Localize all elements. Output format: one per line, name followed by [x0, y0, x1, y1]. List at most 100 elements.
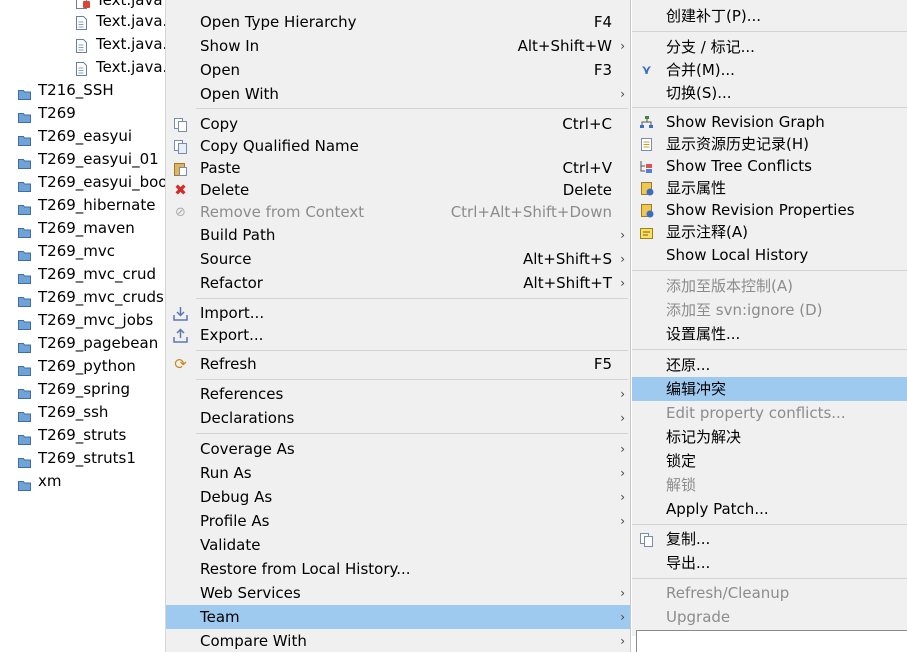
submenu-add-to-version-control[interactable]: 添加至版本控制(A)	[632, 274, 907, 298]
revision-properties-icon	[639, 203, 654, 218]
menu-compare-with[interactable]: Compare With ›	[166, 629, 630, 652]
menu-separator	[632, 578, 907, 579]
menu-delete[interactable]: ✖ Delete Delete	[166, 178, 630, 202]
export-icon	[173, 328, 188, 343]
submenu-lock[interactable]: 锁定	[632, 449, 907, 473]
submenu-arrow-icon: ›	[620, 387, 625, 401]
submenu-refresh-cleanup[interactable]: Refresh/Cleanup	[632, 581, 907, 605]
menu-coverage-as[interactable]: Coverage As ›	[166, 437, 630, 461]
copy-icon	[173, 117, 188, 132]
menu-refresh[interactable]: ⟳ Refresh F5	[166, 352, 630, 376]
project-folder-icon	[18, 130, 31, 146]
submenu-show-properties[interactable]: 显示属性	[632, 176, 907, 200]
import-icon	[173, 306, 188, 321]
menu-separator	[632, 349, 907, 350]
project-folder-icon	[18, 268, 31, 284]
menu-separator	[196, 433, 628, 434]
annotation-icon	[639, 225, 654, 240]
text-file-icon	[76, 37, 87, 53]
project-folder-icon	[18, 475, 31, 491]
menu-separator	[632, 270, 907, 271]
menu-separator	[196, 379, 628, 380]
project-folder-icon	[18, 429, 31, 445]
delete-icon: ✖	[174, 181, 187, 199]
revision-graph-icon	[639, 115, 654, 130]
submenu-show-revision-graph[interactable]: Show Revision Graph	[632, 110, 907, 134]
menu-separator	[196, 350, 628, 351]
tree-conflicts-icon	[639, 159, 654, 174]
menu-refactor[interactable]: Refactor Alt+Shift+T ›	[166, 271, 630, 295]
menu-remove-from-context[interactable]: ⊘ Remove from Context Ctrl+Alt+Shift+Down	[166, 200, 630, 224]
menu-web-services[interactable]: Web Services ›	[166, 581, 630, 605]
package-explorer-tree: Text.java Text.java. Text.java. Text.jav…	[0, 0, 165, 652]
submenu-branch-tag[interactable]: 分支 / 标记...	[632, 35, 907, 59]
menu-validate[interactable]: Validate	[166, 533, 630, 557]
history-icon	[639, 137, 654, 152]
copy-qualified-name-icon	[173, 139, 188, 154]
submenu-arrow-icon: ›	[620, 586, 625, 600]
menu-declarations[interactable]: Declarations ›	[166, 406, 630, 430]
menu-paste[interactable]: Paste Ctrl+V	[166, 156, 630, 180]
submenu-export[interactable]: 导出...	[632, 551, 907, 575]
remove-context-icon: ⊘	[175, 205, 186, 220]
menu-export[interactable]: Export...	[166, 323, 630, 347]
submenu-switch[interactable]: 切换(S)...	[632, 81, 907, 105]
submenu-show-local-history[interactable]: Show Local History	[632, 243, 907, 267]
menu-source[interactable]: Source Alt+Shift+S ›	[166, 247, 630, 271]
submenu-add-to-svn-ignore[interactable]: 添加至 svn:ignore (D)	[632, 298, 907, 322]
submenu-set-property[interactable]: 设置属性...	[632, 322, 907, 346]
submenu-arrow-icon: ›	[620, 276, 625, 290]
submenu-show-tree-conflicts[interactable]: Show Tree Conflicts	[632, 154, 907, 178]
menu-separator	[632, 524, 907, 525]
background-panel	[636, 630, 907, 652]
submenu-unlock[interactable]: 解锁	[632, 473, 907, 497]
text-file-icon	[76, 60, 87, 76]
menu-profile-as[interactable]: Profile As ›	[166, 509, 630, 533]
project-folder-icon	[18, 176, 31, 192]
menu-run-as[interactable]: Run As ›	[166, 461, 630, 485]
menu-open-type-hierarchy[interactable]: Open Type Hierarchy F4	[166, 10, 630, 34]
submenu-arrow-icon: ›	[620, 411, 625, 425]
submenu-create-patch[interactable]: 创建补丁(P)...	[632, 4, 907, 28]
menu-build-path[interactable]: Build Path ›	[166, 223, 630, 247]
menu-debug-as[interactable]: Debug As ›	[166, 485, 630, 509]
submenu-edit-conflicts[interactable]: 编辑冲突	[632, 377, 907, 401]
project-folder-icon	[18, 360, 31, 376]
menu-separator	[632, 31, 907, 32]
submenu-revert[interactable]: 还原...	[632, 353, 907, 377]
submenu-arrow-icon: ›	[620, 610, 625, 624]
submenu-apply-patch[interactable]: Apply Patch...	[632, 497, 907, 521]
submenu-merge[interactable]: ⋎ 合并(M)...	[632, 58, 907, 82]
project-folder-icon	[18, 245, 31, 261]
submenu-arrow-icon: ›	[620, 514, 625, 528]
project-folder-icon	[18, 84, 31, 100]
submenu-copy[interactable]: 复制...	[632, 527, 907, 551]
menu-import[interactable]: Import...	[166, 301, 630, 325]
submenu-show-revision-properties[interactable]: Show Revision Properties	[632, 198, 907, 222]
menu-show-in[interactable]: Show In Alt+Shift+W ›	[166, 34, 630, 58]
refresh-icon: ⟳	[174, 355, 187, 373]
project-folder-icon	[18, 222, 31, 238]
menu-open-with[interactable]: Open With ›	[166, 82, 630, 106]
submenu-arrow-icon: ›	[620, 228, 625, 242]
submenu-arrow-icon: ›	[620, 39, 625, 53]
context-menu: Open Type Hierarchy F4 Show In Alt+Shift+W…	[165, 0, 631, 652]
submenu-show-annotation[interactable]: 显示注释(A)	[632, 220, 907, 244]
menu-references[interactable]: References ›	[166, 382, 630, 406]
project-folder-icon	[18, 406, 31, 422]
menu-restore-local-history[interactable]: Restore from Local History...	[166, 557, 630, 581]
menu-open[interactable]: Open F3	[166, 58, 630, 82]
submenu-upgrade[interactable]: Upgrade	[632, 605, 907, 629]
submenu-show-history[interactable]: 显示资源历史记录(H)	[632, 132, 907, 156]
project-folder-icon	[18, 383, 31, 399]
text-file-icon	[76, 14, 87, 30]
submenu-mark-resolved[interactable]: 标记为解决	[632, 425, 907, 449]
paste-icon	[173, 161, 188, 176]
menu-copy[interactable]: Copy Ctrl+C	[166, 112, 630, 136]
merge-icon: ⋎	[641, 63, 652, 78]
submenu-edit-property-conflicts[interactable]: Edit property conflicts...	[632, 401, 907, 425]
submenu-arrow-icon: ›	[620, 634, 625, 648]
menu-copy-qualified-name[interactable]: Copy Qualified Name	[166, 134, 630, 158]
project-folder-icon	[18, 153, 31, 169]
menu-team[interactable]: Team ›	[166, 605, 630, 629]
